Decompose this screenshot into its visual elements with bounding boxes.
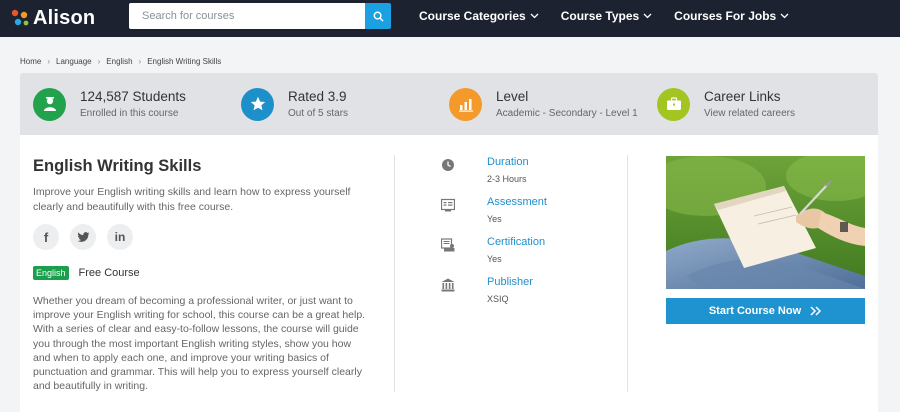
nav-course-types[interactable]: Course Types <box>561 9 652 23</box>
linkedin-icon: in <box>114 230 126 244</box>
chevron-right-icon: › <box>97 57 101 66</box>
price-label: Free Course <box>78 267 140 279</box>
course-long-description: Whether you dream of becoming a professi… <box>33 295 366 393</box>
meta-publisher-label: Publisher <box>487 276 533 288</box>
briefcase-icon <box>657 87 690 121</box>
meta-assessment-value: Yes <box>487 214 502 224</box>
stat-career-links[interactable]: Career Links View related careers <box>657 73 795 135</box>
bar-chart-icon <box>449 87 482 121</box>
search-input[interactable] <box>129 3 365 29</box>
nav-courses-for-jobs-label: Courses For Jobs <box>674 9 777 23</box>
meta-duration: Duration 2-3 Hours <box>435 156 635 192</box>
stat-level-title: Level <box>496 89 529 104</box>
facebook-share-button[interactable]: f <box>33 224 59 250</box>
certificate-icon <box>441 238 455 252</box>
language-badge: English <box>33 266 69 280</box>
twitter-share-button[interactable] <box>70 224 96 250</box>
search-button[interactable] <box>365 3 391 29</box>
chevron-down-icon <box>643 13 652 19</box>
meta-certification-label: Certification <box>487 236 546 248</box>
meta-certification-value: Yes <box>487 254 502 264</box>
breadcrumb-current: English Writing Skills <box>147 57 222 66</box>
course-stats-bar: 124,587 Students Enrolled in this course… <box>20 73 878 135</box>
double-chevron-right-icon <box>810 306 822 316</box>
facebook-icon: f <box>43 229 49 245</box>
clock-icon <box>442 159 454 171</box>
meta-publisher-value: XSIQ <box>487 294 509 304</box>
meta-assessment-label: Assessment <box>487 196 547 208</box>
course-short-description: Improve your English writing skills and … <box>33 186 351 213</box>
meta-publisher: Publisher XSIQ <box>435 276 635 312</box>
institution-icon <box>441 278 455 292</box>
nav-course-categories[interactable]: Course Categories <box>419 9 539 23</box>
assessment-icon <box>441 198 455 212</box>
star-icon <box>241 87 274 121</box>
nav-courses-for-jobs[interactable]: Courses For Jobs <box>674 9 789 23</box>
logo-text: Alison <box>33 6 96 29</box>
chevron-down-icon <box>780 13 789 19</box>
course-card: English Writing Skills Improve your Engl… <box>20 135 878 412</box>
breadcrumb: Home › Language › English › English Writ… <box>20 57 221 66</box>
stat-level[interactable]: Level Academic - Secondary - Level 1 <box>449 73 638 135</box>
logo-mark-icon <box>10 8 30 28</box>
social-share: f in <box>33 224 144 250</box>
breadcrumb-language[interactable]: Language <box>56 57 92 66</box>
meta-duration-value: 2-3 Hours <box>487 174 527 184</box>
chevron-right-icon: › <box>138 57 142 66</box>
breadcrumb-english[interactable]: English <box>106 57 132 66</box>
start-course-label: Start Course Now <box>708 305 802 317</box>
nav-course-types-label: Course Types <box>560 9 640 23</box>
stat-students-sub: Enrolled in this course <box>80 108 179 119</box>
chevron-down-icon <box>530 13 539 19</box>
meta-duration-label: Duration <box>487 156 529 168</box>
meta-assessment: Assessment Yes <box>435 196 635 232</box>
stat-rating-sub: Out of 5 stars <box>288 108 349 119</box>
linkedin-share-button[interactable]: in <box>107 224 133 250</box>
stat-students: 124,587 Students Enrolled in this course <box>33 73 186 135</box>
search-bar <box>129 3 391 29</box>
main-nav-links: Course Categories Course Types Courses F… <box>419 0 811 32</box>
divider <box>394 155 395 392</box>
chevron-right-icon: › <box>47 57 51 66</box>
stat-career-title: Career Links <box>704 89 781 104</box>
breadcrumb-home[interactable]: Home <box>20 57 41 66</box>
twitter-icon <box>76 231 89 242</box>
stat-rating-title: Rated 3.9 <box>288 89 347 104</box>
stat-rating: Rated 3.9 Out of 5 stars <box>241 73 348 135</box>
alison-logo[interactable]: Alison <box>10 7 95 29</box>
stat-students-title: 124,587 Students <box>80 89 186 104</box>
meta-certification: Certification Yes <box>435 236 635 272</box>
stat-level-sub: Academic - Secondary - Level 1 <box>496 108 638 119</box>
course-badges: English Free Course <box>33 266 140 280</box>
search-icon <box>373 11 384 22</box>
top-navigation: Alison Course Categories Course Types Co… <box>0 0 900 37</box>
graduate-icon <box>33 87 66 121</box>
start-course-button[interactable]: Start Course Now <box>666 298 865 324</box>
course-image <box>666 156 865 289</box>
course-title: English Writing Skills <box>33 157 202 175</box>
nav-course-categories-label: Course Categories <box>419 9 526 23</box>
stat-career-sub: View related careers <box>704 108 795 119</box>
